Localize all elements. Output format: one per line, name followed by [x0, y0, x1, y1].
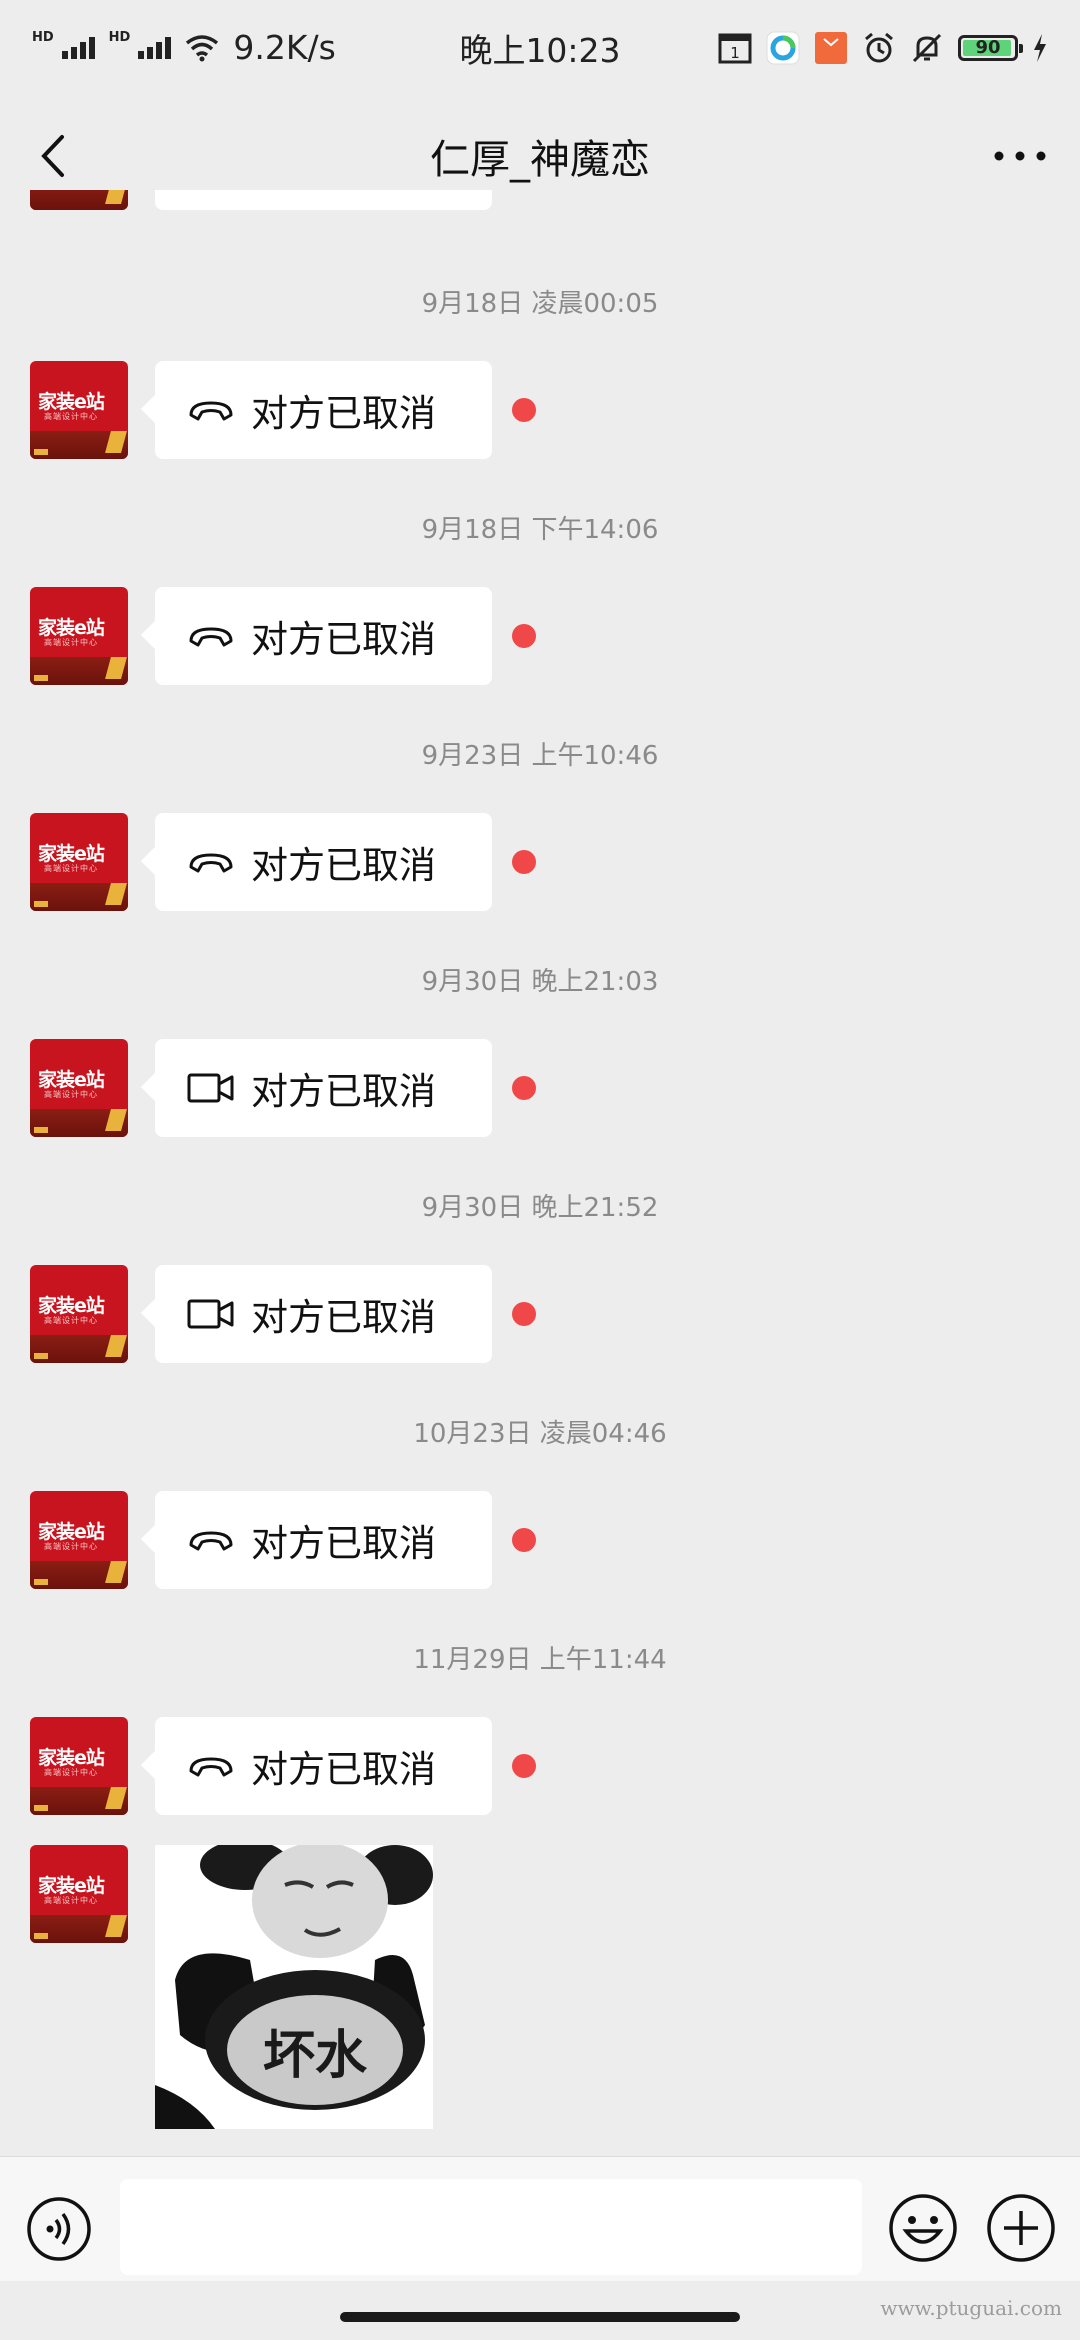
avatar-sub-text: 高端设计中心 — [44, 1542, 98, 1551]
call-status-text: 对方已取消 — [251, 618, 436, 661]
hd-label: HD — [32, 30, 54, 45]
contact-avatar[interactable]: 家装e站 高端设计中心 — [30, 1845, 128, 1943]
message-timestamp: 9月23日 上午10:46 — [421, 741, 659, 771]
avatar-logo-text: 家装e站 — [38, 1521, 105, 1543]
unread-dot — [512, 398, 536, 422]
wifi-icon — [186, 34, 219, 61]
signal-icon — [61, 36, 95, 59]
message-timestamp: 9月18日 下午14:06 — [421, 515, 659, 545]
message-timestamp: 9月30日 晚上21:03 — [421, 967, 659, 997]
avatar-logo-text: 家装e站 — [38, 617, 105, 639]
message-timestamp: 9月30日 晚上21:52 — [421, 1193, 659, 1223]
message-timestamp: 11月29日 上午11:44 — [413, 1645, 667, 1675]
svg-text:1: 1 — [730, 44, 740, 62]
message-timestamp: 9月18日 凌晨00:05 — [421, 289, 659, 319]
contact-avatar[interactable]: 家装e站 高端设计中心 — [30, 1491, 128, 1589]
signal-icon-2 — [138, 36, 172, 59]
voice-call-icon — [189, 1757, 233, 1777]
message-bubble-partial — [155, 190, 492, 210]
unread-dot — [512, 1302, 536, 1326]
add-more-icon[interactable] — [986, 2193, 1056, 2263]
message-timestamp: 10月23日 凌晨04:46 — [413, 1419, 667, 1449]
avatar-logo-text: 家装e站 — [38, 843, 105, 865]
avatar-logo-text: 家装e站 — [38, 1747, 105, 1769]
back-arrow-icon[interactable] — [30, 131, 80, 181]
avatar-sub-text: 高端设计中心 — [44, 638, 98, 647]
avatar-sub-text: 高端设计中心 — [44, 864, 98, 873]
video-call-bubble[interactable]: 对方已取消 — [155, 1265, 492, 1363]
avatar-logo-text: 家装e站 — [38, 1875, 105, 1897]
chat-title: 仁厚_神魔恋 — [430, 137, 650, 183]
avatar-logo-text: 家装e站 — [38, 1295, 105, 1317]
voice-call-icon — [189, 1531, 233, 1551]
message-input[interactable] — [120, 2179, 862, 2275]
call-status-text: 对方已取消 — [251, 844, 436, 887]
call-status-text: 对方已取消 — [251, 392, 436, 435]
voice-input-icon[interactable] — [26, 2196, 92, 2262]
call-status-text: 对方已取消 — [251, 1748, 436, 1791]
unread-dot — [512, 624, 536, 648]
call-status-text: 对方已取消 — [251, 1522, 436, 1565]
contact-avatar[interactable]: 家装e站 高端设计中心 — [30, 1717, 128, 1815]
panda-meme-sticker: 坏水 — [155, 1845, 433, 2129]
voice-call-icon — [189, 401, 233, 421]
voice-call-bubble[interactable]: 对方已取消 — [155, 1491, 492, 1589]
voice-call-bubble[interactable]: 对方已取消 — [155, 361, 492, 459]
avatar-sub-text: 高端设计中心 — [44, 1090, 98, 1099]
more-options-icon[interactable] — [990, 131, 1050, 181]
alarm-icon — [865, 32, 893, 62]
call-status-text: 对方已取消 — [251, 1070, 436, 1113]
contact-avatar[interactable]: 家装e站 高端设计中心 — [30, 813, 128, 911]
voice-call-icon — [189, 853, 233, 873]
video-call-icon — [187, 1073, 234, 1103]
shopping-app-icon — [815, 31, 847, 64]
video-call-bubble[interactable]: 对方已取消 — [155, 1039, 492, 1137]
voice-call-bubble[interactable]: 对方已取消 — [155, 813, 492, 911]
home-indicator[interactable] — [340, 2312, 740, 2322]
unread-dot — [512, 1754, 536, 1778]
calendar-icon: 1 — [718, 33, 752, 63]
contact-avatar[interactable]: 家装e站 高端设计中心 — [30, 1265, 128, 1363]
avatar-sub-text: 高端设计中心 — [44, 412, 98, 421]
unread-dot — [512, 1076, 536, 1100]
avatar-logo-text: 家装e站 — [38, 391, 105, 413]
net-speed: 9.2K/s — [233, 28, 336, 67]
unread-dot — [512, 850, 536, 874]
contact-avatar[interactable]: 家装e站 高端设计中心 — [30, 1039, 128, 1137]
input-bar — [0, 2156, 1080, 2281]
avatar-logo-text: 家装e站 — [38, 1069, 105, 1091]
unread-dot — [512, 1528, 536, 1552]
hd-label-2: HD — [108, 30, 131, 45]
mute-bell-icon — [912, 33, 942, 62]
avatar-sub-text: 高端设计中心 — [44, 1316, 98, 1325]
battery-level: 90 — [975, 37, 1001, 58]
voice-call-icon — [189, 627, 233, 647]
contact-avatar[interactable]: 家装e站 高端设计中心 — [30, 587, 128, 685]
avatar-sub-text: 高端设计中心 — [44, 1768, 98, 1777]
charging-icon — [1034, 33, 1046, 62]
video-call-icon — [187, 1299, 234, 1329]
avatar-sub-text: 高端设计中心 — [44, 1896, 98, 1905]
call-status-text: 对方已取消 — [251, 1296, 436, 1339]
voice-call-bubble[interactable]: 对方已取消 — [155, 587, 492, 685]
sticker-image[interactable]: 坏水 — [155, 1845, 433, 2129]
emoji-icon[interactable] — [888, 2193, 958, 2263]
contact-avatar[interactable] — [30, 190, 128, 210]
sticker-caption: 坏水 — [263, 2026, 368, 2086]
watermark: www.ptuguai.com — [880, 2296, 1062, 2320]
battery-icon: 90 — [958, 34, 1023, 61]
status-bar-right: 1 90 — [718, 31, 1048, 65]
status-bar-left: HD HD 9.2K/s — [32, 28, 336, 67]
voice-call-bubble[interactable]: 对方已取消 — [155, 1717, 492, 1815]
contact-avatar[interactable]: 家装e站 高端设计中心 — [30, 361, 128, 459]
sync-app-icon — [766, 31, 800, 64]
status-bar: HD HD 9.2K/s 晚上10:23 1 90 — [0, 0, 1080, 95]
